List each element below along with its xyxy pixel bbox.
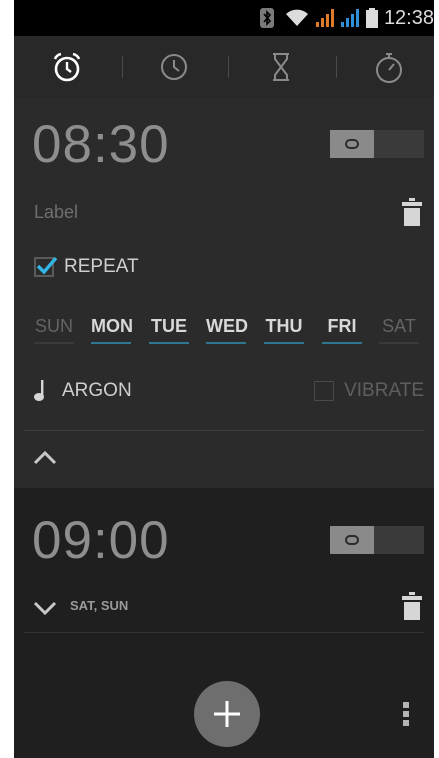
day-toggle-thu[interactable]: THU [264, 316, 304, 344]
overflow-menu-button[interactable] [398, 698, 414, 730]
hourglass-icon [272, 53, 289, 81]
ringtone-picker[interactable]: ARGON [34, 380, 132, 402]
vibrate-row[interactable]: VIBRATE [314, 380, 424, 402]
plus-icon [214, 701, 240, 727]
alarm-time[interactable]: 09:00 [32, 510, 170, 571]
chevron-down-icon [33, 601, 57, 616]
screen: 12:38 08:30 Label REPEAT SUN MON TUE WED… [14, 0, 434, 758]
day-toggle-wed[interactable]: WED [206, 316, 248, 344]
overflow-dot [403, 720, 409, 726]
day-label: SAT [382, 316, 416, 336]
tab-stopwatch[interactable] [336, 36, 434, 98]
day-label: FRI [327, 316, 357, 336]
divider [24, 430, 424, 431]
vibrate-checkbox[interactable] [314, 381, 335, 401]
overflow-dot [403, 702, 409, 708]
chevron-up-icon [33, 450, 57, 465]
signal-sim1-icon [316, 0, 336, 36]
overflow-dot [403, 711, 409, 717]
wifi-icon [286, 0, 308, 36]
status-bar-time: 12:38 [383, 6, 434, 29]
clock-icon [160, 54, 187, 80]
toggle-thumb [330, 130, 374, 158]
weekday-selector: SUN MON TUE WED THU FRI SAT [34, 316, 426, 346]
tab-bar [14, 36, 434, 98]
day-toggle-mon[interactable]: MON [91, 316, 133, 344]
toggle-thumb [330, 526, 374, 554]
alarm-toggle-switch[interactable] [330, 130, 424, 158]
add-alarm-button[interactable] [194, 681, 260, 747]
day-label: WED [206, 316, 248, 336]
day-toggle-fri[interactable]: FRI [322, 316, 362, 344]
day-label: SUN [34, 316, 73, 336]
alarm-toggle-switch[interactable] [330, 526, 424, 554]
delete-alarm-button[interactable] [402, 592, 422, 620]
trash-icon [402, 198, 422, 226]
day-label: TUE [151, 316, 187, 336]
expand-alarm-button[interactable] [32, 600, 58, 616]
status-bar: 12:38 [14, 0, 434, 36]
bluetooth-icon [260, 0, 274, 36]
tab-timer[interactable] [228, 36, 333, 98]
trash-icon [402, 592, 422, 620]
alarm-time[interactable]: 08:30 [32, 114, 170, 175]
day-label: MON [91, 316, 133, 336]
label-field[interactable]: Label [34, 202, 78, 223]
alarm-item-collapsed: 09:00 SAT, SUN [14, 488, 434, 648]
day-label: THU [265, 316, 303, 336]
repeat-days-summary: SAT, SUN [70, 598, 129, 613]
day-toggle-tue[interactable]: TUE [149, 316, 189, 344]
delete-alarm-button[interactable] [402, 198, 422, 226]
alarm-item-expanded: 08:30 Label REPEAT SUN MON TUE WED THU F… [14, 98, 434, 488]
stopwatch-icon [375, 53, 402, 83]
repeat-label: REPEAT [64, 256, 139, 277]
divider [24, 632, 424, 633]
vibrate-label: VIBRATE [344, 380, 424, 401]
alarm-clock-icon [53, 52, 80, 82]
ringtone-label: ARGON [62, 380, 132, 401]
collapse-alarm-button[interactable] [32, 448, 58, 466]
music-note-icon [34, 380, 44, 401]
repeat-checkbox[interactable] [34, 257, 58, 277]
day-toggle-sat[interactable]: SAT [379, 316, 419, 344]
tab-alarm[interactable] [14, 36, 119, 98]
tab-clock[interactable] [121, 36, 226, 98]
checkmark-icon [36, 257, 58, 275]
day-toggle-sun[interactable]: SUN [34, 316, 74, 344]
repeat-row[interactable]: REPEAT [34, 256, 139, 278]
